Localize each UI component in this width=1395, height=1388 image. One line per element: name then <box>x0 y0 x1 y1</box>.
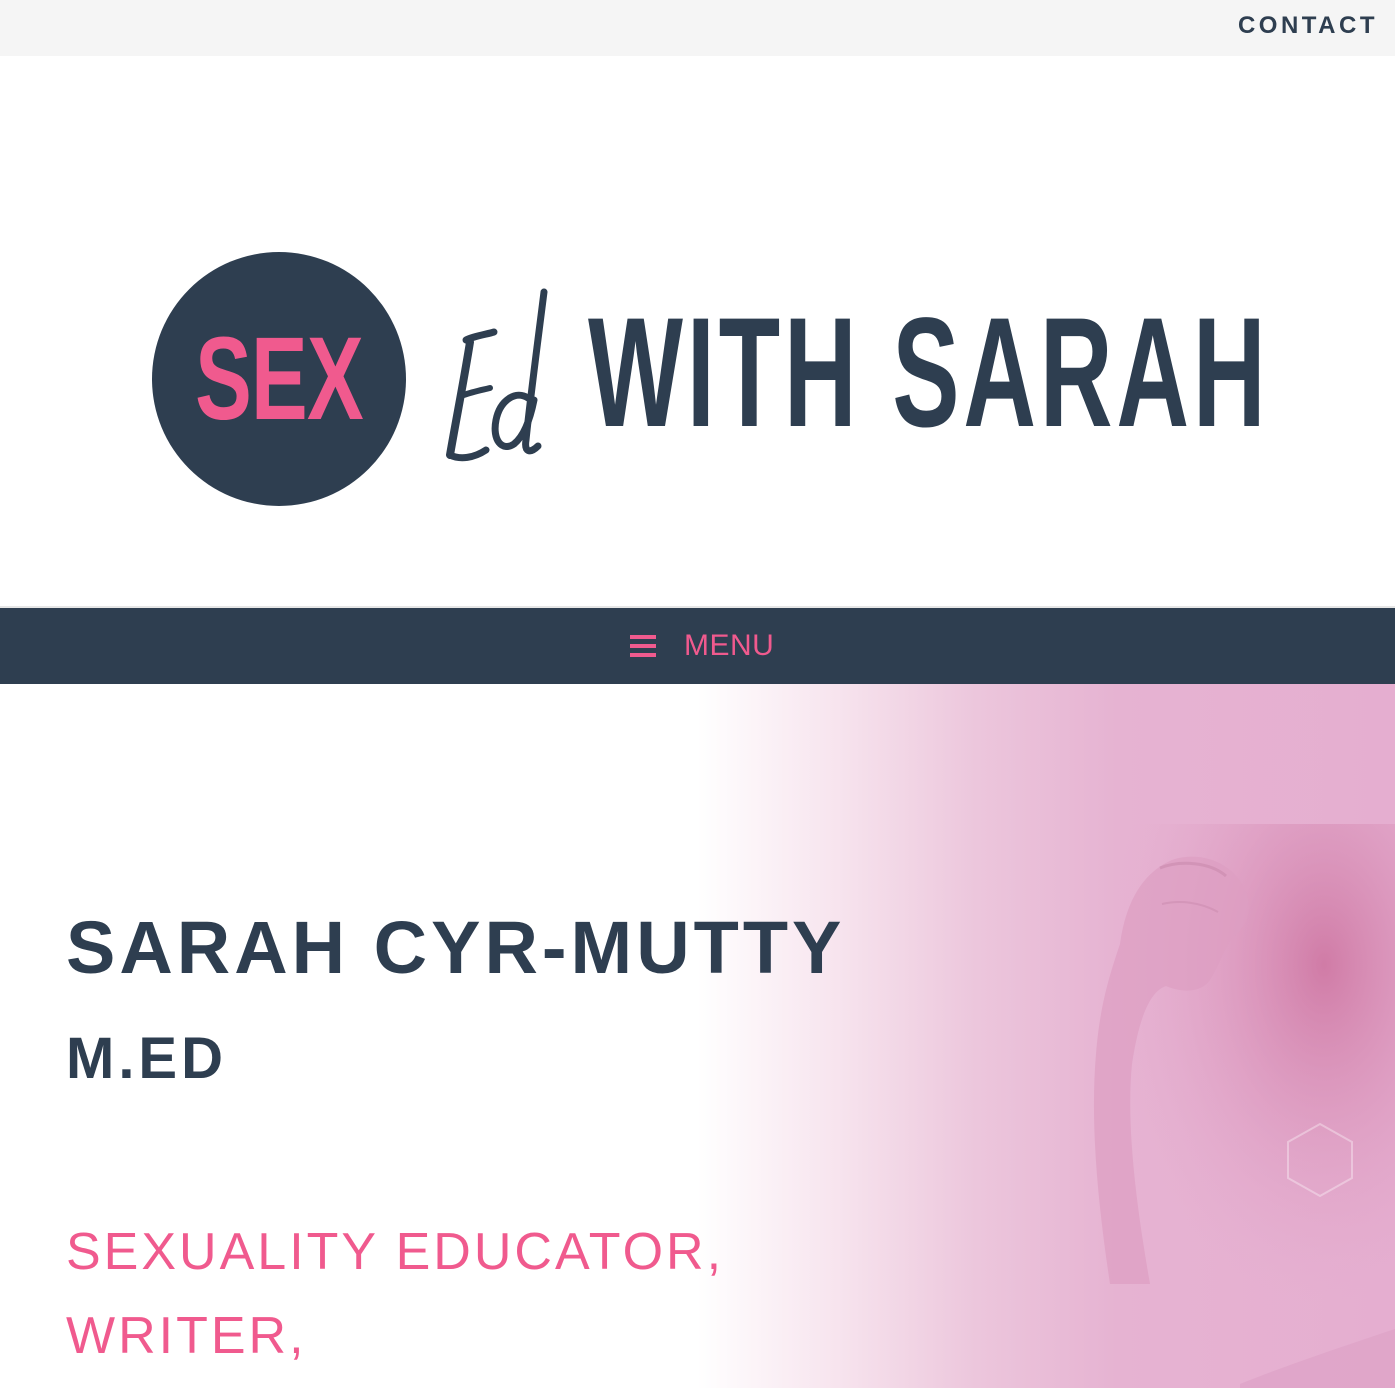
hero-credential: M.ED <box>66 1026 227 1091</box>
logo-circle-text: SEX <box>195 313 364 445</box>
contact-link[interactable]: CONTACT <box>1238 12 1378 40</box>
hero-role: SEXUALITY EDUCATOR, <box>66 1223 725 1281</box>
menu-toggle-button[interactable]: MENU <box>628 626 774 666</box>
site-logo[interactable]: SEX WITH SARAH <box>150 250 1266 510</box>
main-nav: MENU <box>0 606 1395 684</box>
menu-label: MENU <box>684 629 775 662</box>
hero-photo-fist <box>1040 824 1395 1388</box>
logo-script-ed <box>446 288 548 462</box>
hero-name: SARAH CYR-MUTTY <box>66 906 846 989</box>
logo-text: WITH SARAH <box>588 286 1270 460</box>
hero-section: SARAH CYR-MUTTY M.ED SEXUALITY EDUCATOR,… <box>0 684 1395 1388</box>
site-header: SEX WITH SARAH <box>0 56 1395 606</box>
hamburger-icon <box>628 635 658 657</box>
top-bar: CONTACT <box>0 0 1395 56</box>
hero-role: WRITER, <box>66 1307 307 1365</box>
